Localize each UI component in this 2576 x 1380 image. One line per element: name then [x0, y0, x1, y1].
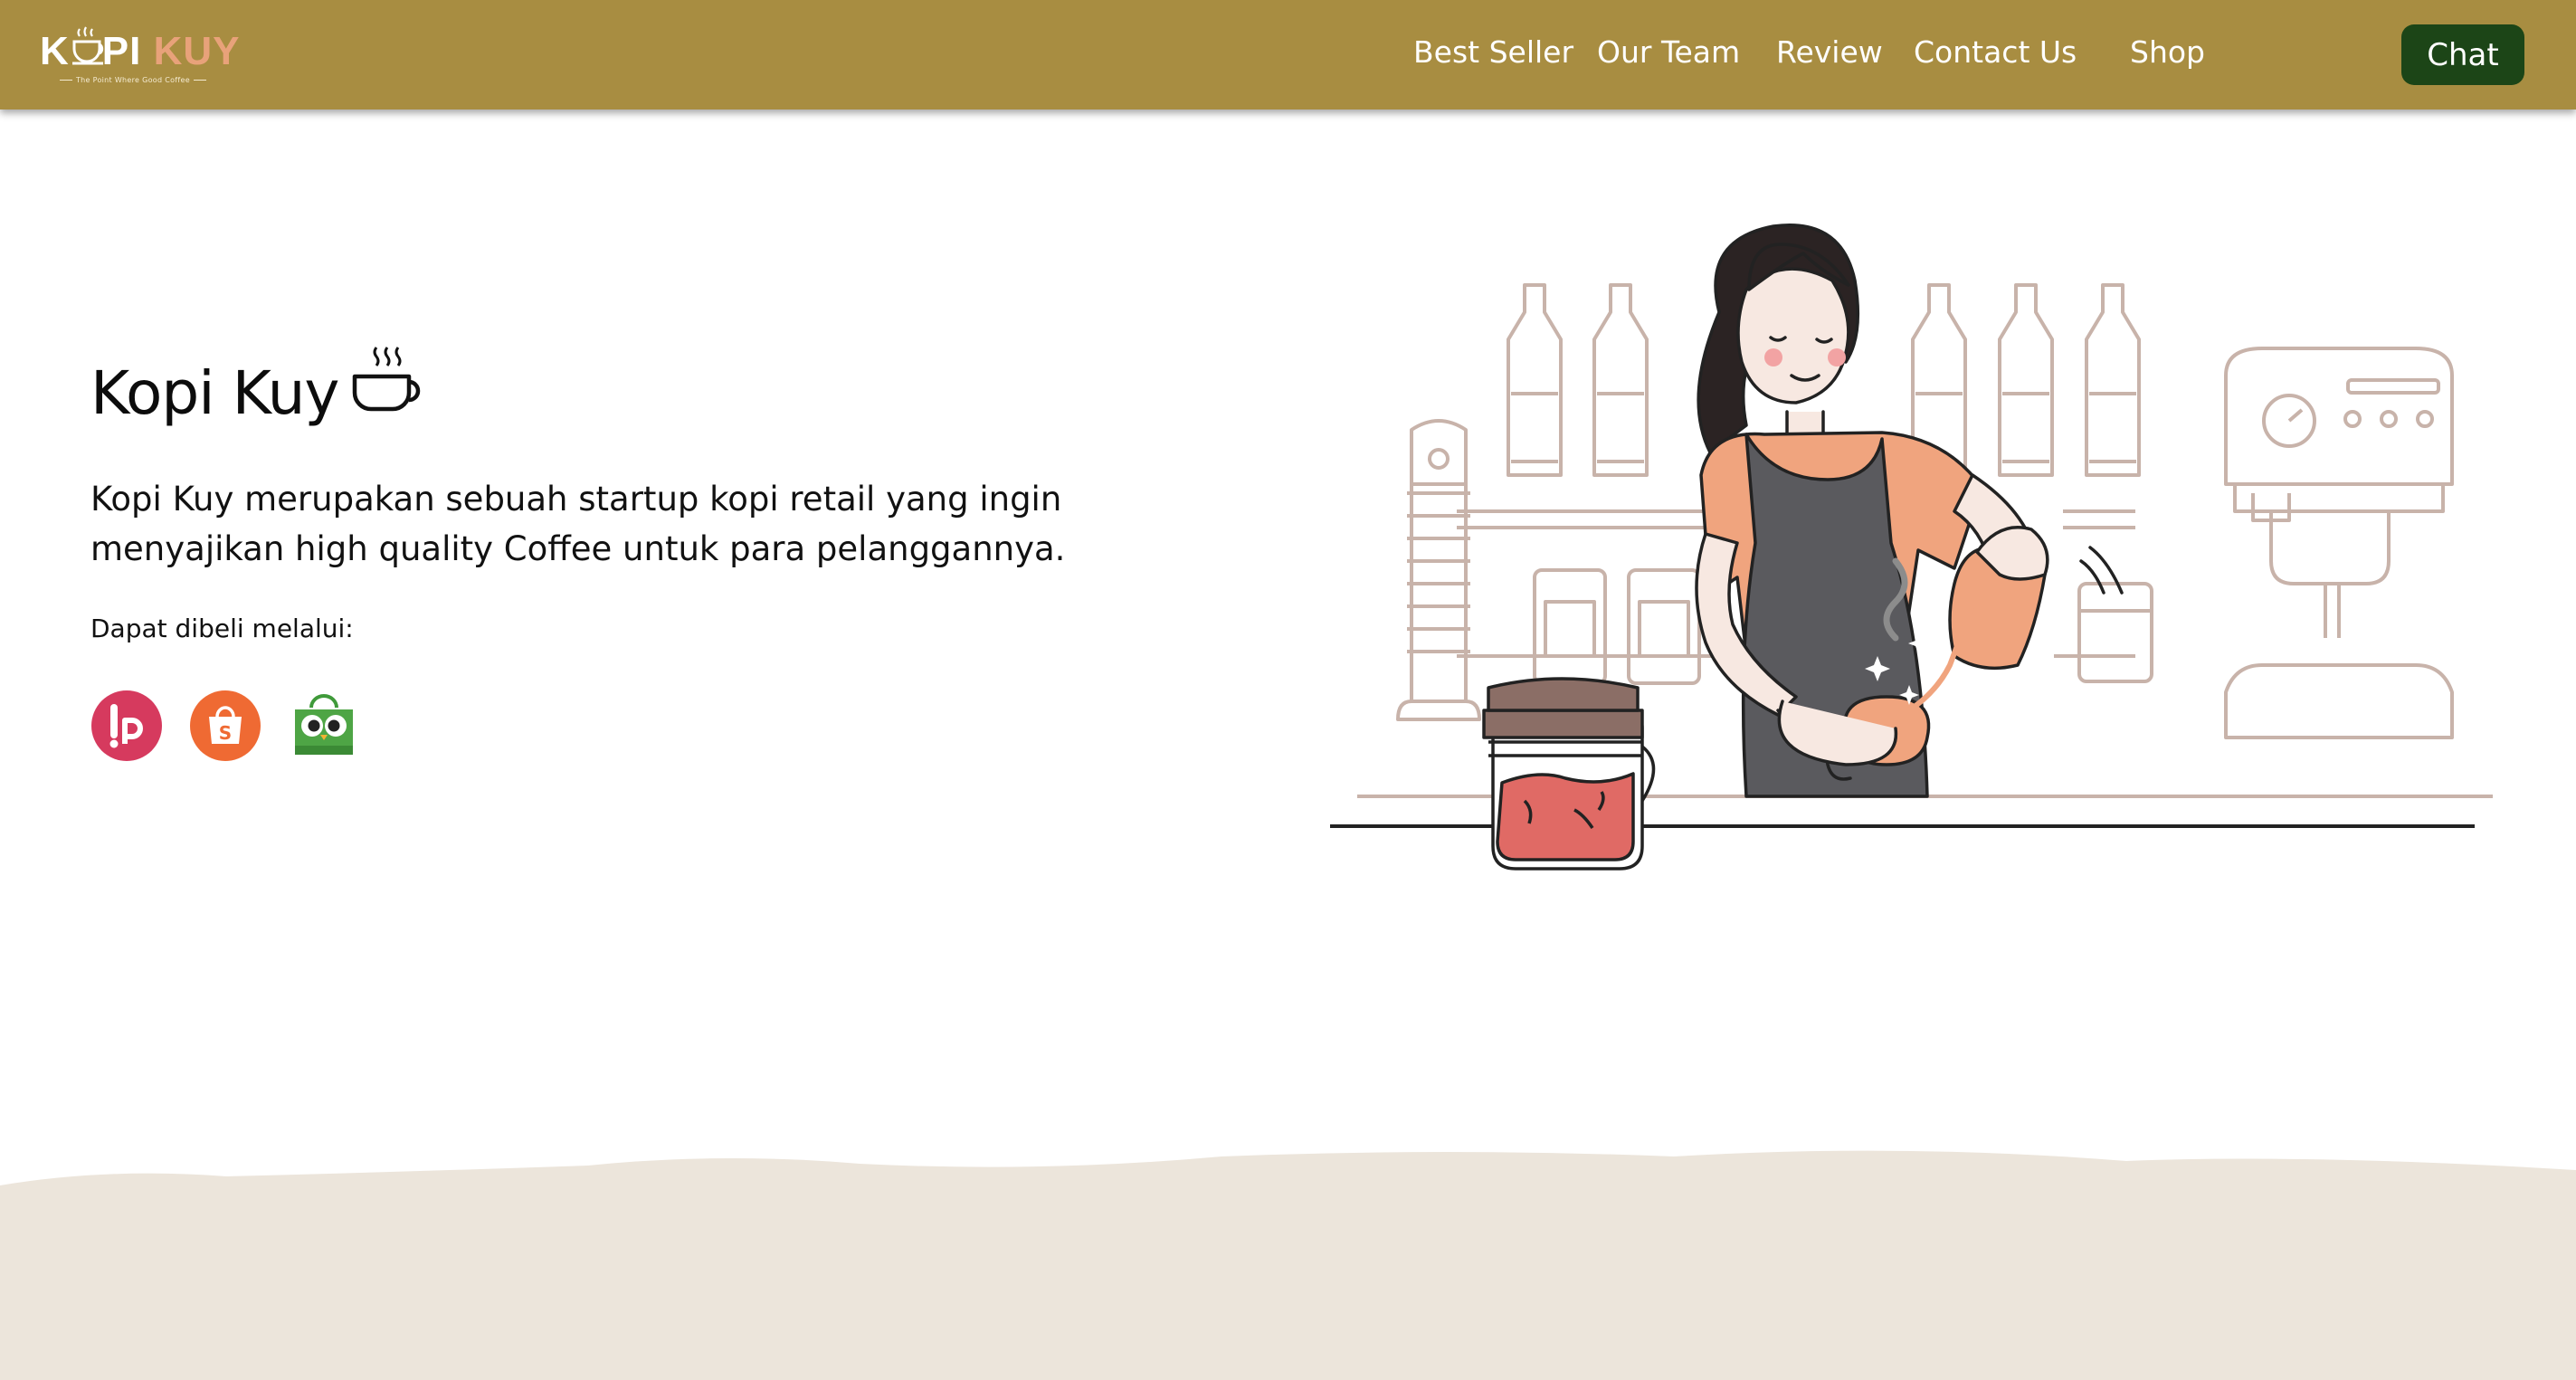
navbar: K PI KUY The Point Where Good Coffee Best… — [0, 0, 2576, 109]
nav-link-review[interactable]: Review — [1776, 34, 1883, 70]
hero-description: Kopi Kuy merupakan sebuah startup kopi r… — [90, 480, 1066, 568]
chat-button[interactable]: Chat — [2401, 24, 2524, 85]
nav-link-our-team[interactable]: Our Team — [1597, 34, 1740, 70]
shopee-icon[interactable]: S — [189, 690, 261, 762]
buy-channels-label: Dapat dibeli melalui: — [90, 614, 354, 643]
coffee-cup-icon — [352, 347, 421, 412]
blibli-icon[interactable] — [90, 690, 163, 762]
nav-link-contact-us[interactable]: Contact Us — [1914, 34, 2077, 70]
barista-illustration — [1330, 224, 2493, 871]
tokopedia-icon[interactable] — [288, 690, 360, 762]
hero-title: Kopi Kuy — [90, 358, 339, 428]
bottom-decorative-band — [0, 1150, 2576, 1380]
nav-menu: Best Seller Our Team Review Contact Us S… — [0, 0, 2576, 109]
svg-text:S: S — [219, 722, 232, 744]
nav-link-shop[interactable]: Shop — [2130, 34, 2205, 70]
nav-link-best-seller[interactable]: Best Seller — [1413, 34, 1573, 70]
